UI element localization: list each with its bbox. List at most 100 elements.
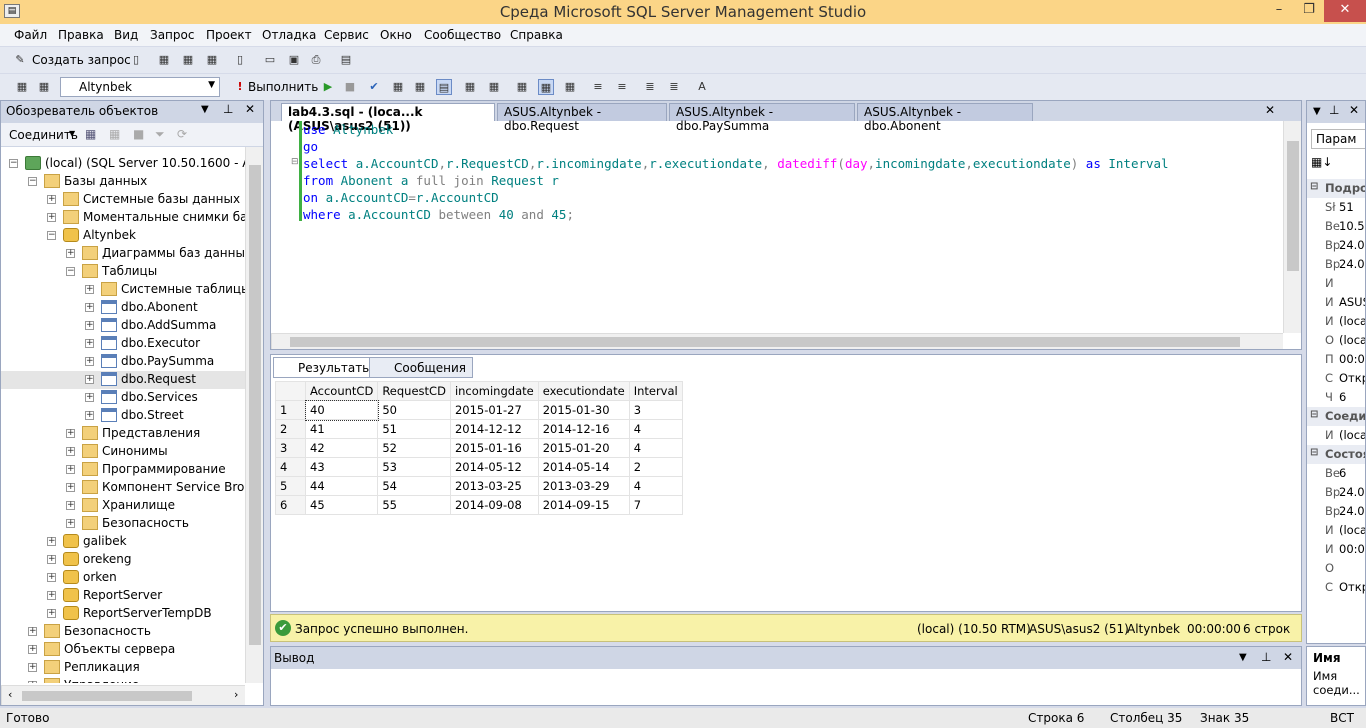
tab-lab4-query[interactable]: lab4.3.sql - (loca...k (ASUS\asus2 (51)) bbox=[281, 103, 495, 133]
stop-icon[interactable]: ■ bbox=[133, 127, 144, 141]
tree-node[interactable]: + Программирование bbox=[1, 461, 245, 479]
grid-cell[interactable]: 43 bbox=[304, 457, 379, 477]
property-row[interactable]: Вр24.02 bbox=[1307, 502, 1365, 521]
collapse-icon[interactable]: ⊟ bbox=[1310, 447, 1318, 458]
categorized-sort-icon[interactable]: ▦↓ bbox=[1311, 155, 1332, 169]
tree-node[interactable]: + dbo.Executor bbox=[1, 335, 245, 353]
grid-cell[interactable]: 4 bbox=[628, 438, 683, 458]
client-stats-icon[interactable]: ▦ bbox=[538, 79, 554, 95]
column-header[interactable]: RequestCD bbox=[377, 381, 451, 401]
expand-icon[interactable]: + bbox=[85, 411, 94, 420]
menu-query[interactable]: Запрос bbox=[150, 28, 194, 42]
chevron-down-icon[interactable]: ▼ bbox=[69, 129, 75, 138]
property-row[interactable]: Ве 6 bbox=[1307, 464, 1365, 483]
menu-file[interactable]: Файл bbox=[14, 28, 47, 42]
menu-tools[interactable]: Сервис bbox=[324, 28, 369, 42]
expand-icon[interactable]: + bbox=[47, 573, 56, 582]
collapse-icon[interactable]: ⊟ bbox=[1310, 181, 1318, 192]
grid-cell[interactable]: 2014-12-16 bbox=[537, 419, 630, 439]
property-row[interactable]: И (loca bbox=[1307, 312, 1365, 331]
collapse-icon[interactable]: ⊟ bbox=[1310, 409, 1318, 420]
menu-debug[interactable]: Отладка bbox=[262, 28, 316, 42]
tree-node[interactable]: − Базы данных bbox=[1, 173, 245, 191]
scroll-left-icon[interactable]: ‹ bbox=[8, 688, 12, 701]
outdent-icon[interactable]: ≣ bbox=[666, 79, 682, 95]
grid-cell[interactable]: 2013-03-25 bbox=[449, 476, 539, 496]
pin-icon[interactable]: ⊥ bbox=[223, 102, 233, 116]
execute-button[interactable]: Выполнить bbox=[248, 80, 318, 94]
refresh-icon[interactable]: ⟳ bbox=[177, 127, 187, 141]
tree-horizontal-scrollbar[interactable]: ‹ › bbox=[1, 685, 245, 705]
property-row[interactable]: Ч6 bbox=[1307, 388, 1365, 407]
property-row[interactable]: О (loca bbox=[1307, 331, 1365, 350]
tab-messages[interactable]: Сообщения bbox=[369, 357, 474, 378]
grid-cell[interactable]: 4 bbox=[628, 476, 683, 496]
row-number[interactable]: 2 bbox=[275, 419, 306, 439]
menu-view[interactable]: Вид bbox=[114, 28, 138, 42]
comment-icon[interactable]: ≡ bbox=[590, 79, 606, 95]
editor-horizontal-scrollbar[interactable] bbox=[271, 333, 1283, 349]
minimize-button[interactable]: – bbox=[1264, 0, 1294, 22]
uncomment-icon[interactable]: ≡ bbox=[614, 79, 630, 95]
tree-node[interactable]: + Компонент Service Broker bbox=[1, 479, 245, 497]
column-header[interactable]: AccountCD bbox=[304, 381, 379, 401]
column-header[interactable]: incomingdate bbox=[449, 381, 539, 401]
pin-icon[interactable]: ⊥ bbox=[1261, 650, 1271, 664]
new-query-button[interactable]: Создать запрос bbox=[32, 53, 131, 67]
tree-node[interactable]: + Безопасность bbox=[1, 623, 245, 641]
property-row[interactable]: Sł 51 bbox=[1307, 198, 1365, 217]
tree-node[interactable]: + orken bbox=[1, 569, 245, 587]
database-select[interactable]: Altynbek ▼ bbox=[60, 77, 220, 97]
property-row[interactable]: С Откр bbox=[1307, 369, 1365, 388]
tree-node[interactable]: + dbo.AddSumma bbox=[1, 317, 245, 335]
table-row[interactable]: 2 41 51 2014-12-12 2014-12-16 4 bbox=[275, 419, 683, 439]
expand-icon[interactable]: + bbox=[85, 357, 94, 366]
table-row[interactable]: 3 42 52 2015-01-16 2015-01-20 4 bbox=[275, 438, 683, 458]
tree-node[interactable]: − Таблицы bbox=[1, 263, 245, 281]
row-number[interactable]: 1 bbox=[275, 400, 306, 420]
new-file-icon[interactable]: ▯ bbox=[128, 52, 144, 68]
property-category[interactable]: Подроб ⊟ bbox=[1307, 179, 1365, 198]
tab-results[interactable]: Результаты bbox=[273, 357, 379, 378]
grid-cell[interactable]: 2015-01-16 bbox=[449, 438, 539, 458]
tree-node[interactable]: + Безопасность bbox=[1, 515, 245, 533]
scrollbar-thumb[interactable] bbox=[249, 165, 261, 645]
collapse-icon[interactable]: − bbox=[47, 231, 56, 240]
code-line[interactable]: use Altynbek bbox=[303, 121, 1169, 138]
column-header[interactable]: Interval bbox=[628, 381, 683, 401]
tree-node[interactable]: + dbo.Abonent bbox=[1, 299, 245, 317]
property-row[interactable]: И (loca bbox=[1307, 426, 1365, 445]
query-designer-icon[interactable]: ▦ bbox=[412, 79, 428, 95]
execute-icon[interactable]: ! bbox=[232, 79, 248, 95]
grid-cell[interactable]: 52 bbox=[377, 438, 451, 458]
tree-node[interactable]: + Синонимы bbox=[1, 443, 245, 461]
expand-icon[interactable]: + bbox=[28, 663, 37, 672]
dropdown-icon[interactable]: ▼ bbox=[1239, 652, 1247, 663]
grid-cell[interactable]: 2014-05-12 bbox=[449, 457, 539, 477]
expand-icon[interactable]: + bbox=[66, 519, 75, 528]
tree-node[interactable]: − Altynbek bbox=[1, 227, 245, 245]
row-number[interactable]: 5 bbox=[275, 476, 306, 496]
grid-cell[interactable]: 2015-01-30 bbox=[537, 400, 630, 420]
menu-help[interactable]: Справка bbox=[510, 28, 563, 42]
xmla-query-icon[interactable]: ▦ bbox=[204, 52, 220, 68]
property-row[interactable]: И ASUS bbox=[1307, 293, 1365, 312]
restore-button[interactable]: ❐ bbox=[1294, 0, 1324, 22]
tree-node[interactable]: + Представления bbox=[1, 425, 245, 443]
expand-icon[interactable]: + bbox=[47, 555, 56, 564]
property-category[interactable]: Соедин ⊟ bbox=[1307, 407, 1365, 426]
grid-cell[interactable]: 2014-09-08 bbox=[449, 495, 539, 515]
close-icon[interactable]: ✕ bbox=[1349, 103, 1359, 117]
property-row[interactable]: О bbox=[1307, 559, 1365, 578]
table-row[interactable]: 4 43 53 2014-05-12 2014-05-14 2 bbox=[275, 457, 683, 477]
grid-cell[interactable]: 2015-01-27 bbox=[449, 400, 539, 420]
code-line[interactable]: where a.AccountCD between 40 and 45; bbox=[303, 206, 1169, 223]
connect-icon[interactable]: ▦ bbox=[14, 79, 30, 95]
expand-icon[interactable]: + bbox=[47, 609, 56, 618]
tab-dbo-request[interactable]: ASUS.Altynbek - dbo.Request bbox=[497, 103, 667, 133]
indent-icon[interactable]: ≣ bbox=[642, 79, 658, 95]
grid-cell[interactable]: 2013-03-29 bbox=[537, 476, 630, 496]
grid-cell[interactable]: 44 bbox=[304, 476, 379, 496]
property-row[interactable]: С Откр bbox=[1307, 578, 1365, 597]
column-header[interactable]: executiondate bbox=[537, 381, 630, 401]
